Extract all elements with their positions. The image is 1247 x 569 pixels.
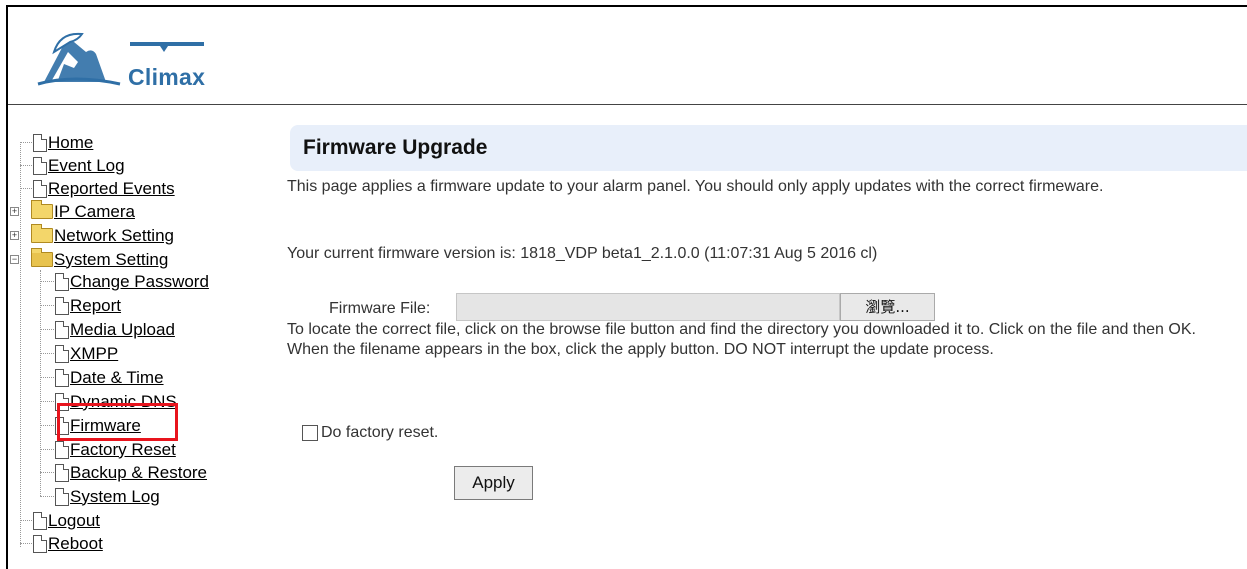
nav-item-date-time[interactable]: Date & Time [40,366,164,389]
factory-reset-option[interactable]: Do factory reset. [302,424,438,442]
document-icon [55,463,69,482]
document-icon [33,534,47,553]
nav-item-xmpp[interactable]: XMPP [40,342,118,365]
nav-link-backup-restore[interactable]: Backup & Restore [70,463,207,483]
nav-link-system-setting[interactable]: System Setting [54,250,168,270]
folder-icon [31,224,53,243]
nav-link-home[interactable]: Home [48,133,93,153]
factory-reset-checkbox[interactable] [302,425,318,441]
expand-icon[interactable]: + [10,207,19,216]
nav-item-system-log[interactable]: System Log [40,485,160,508]
nav-link-reported-events[interactable]: Reported Events [48,179,175,199]
page-title: Firmware Upgrade [303,136,488,159]
nav-link-change-password[interactable]: Change Password [70,272,209,292]
nav-link-logout[interactable]: Logout [48,511,100,531]
document-icon [33,179,47,198]
folder-icon [31,200,53,219]
nav-item-logout[interactable]: Logout [20,509,100,532]
document-icon [55,320,69,339]
document-icon [55,296,69,315]
nav-link-factory-reset[interactable]: Factory Reset [70,440,176,460]
nav-link-xmpp[interactable]: XMPP [70,344,118,364]
firmware-file-label: Firmware File: [329,300,431,317]
factory-reset-label: Do factory reset. [321,424,439,441]
nav-item-system-setting[interactable]: − System Setting [10,248,168,271]
document-icon [33,511,47,530]
document-icon [55,344,69,363]
collapse-icon[interactable]: − [10,255,19,264]
nav-link-system-log[interactable]: System Log [70,487,160,507]
nav-item-factory-reset[interactable]: Factory Reset [40,438,176,461]
nav-link-date-time[interactable]: Date & Time [70,368,164,388]
logo-text: Climax [128,64,206,90]
nav-item-event-log[interactable]: Event Log [20,154,125,177]
browse-button[interactable]: 瀏覽... [840,293,935,321]
document-icon [55,368,69,387]
nav-item-backup-restore[interactable]: Backup & Restore [40,461,207,484]
document-icon [33,156,47,175]
document-icon [55,487,69,506]
nav-item-network-setting[interactable]: + Network Setting [10,224,174,247]
climax-logo: Climax [34,22,234,97]
nav-item-reported-events[interactable]: Reported Events [20,177,175,200]
nav-item-reboot[interactable]: Reboot [20,532,103,555]
help-text: To locate the correct file, click on the… [287,321,1196,358]
firmware-version-text: Your current firmware version is: 1818_V… [287,245,878,262]
nav-item-report[interactable]: Report [40,294,121,317]
nav-item-home[interactable]: Home [20,131,93,154]
nav-item-change-password[interactable]: Change Password [40,270,209,293]
nav-link-media-upload[interactable]: Media Upload [70,320,175,340]
header: Climax [8,7,1247,105]
nav-link-report[interactable]: Report [70,296,121,316]
open-folder-icon [31,248,53,267]
document-icon [55,272,69,291]
firmware-file-input[interactable] [456,293,840,321]
document-icon [55,440,69,459]
nav-link-reboot[interactable]: Reboot [48,534,103,554]
nav-link-event-log[interactable]: Event Log [48,156,125,176]
document-icon [33,133,47,152]
page-description: This page applies a firmware update to y… [287,178,1104,195]
firmware-highlight-box [57,403,178,441]
nav-link-network-setting[interactable]: Network Setting [54,226,174,246]
expand-icon[interactable]: + [10,231,19,240]
apply-button[interactable]: Apply [454,466,533,500]
nav-link-ip-camera[interactable]: IP Camera [54,202,135,222]
nav-item-media-upload[interactable]: Media Upload [40,318,175,341]
nav-item-ip-camera[interactable]: + IP Camera [10,200,135,223]
